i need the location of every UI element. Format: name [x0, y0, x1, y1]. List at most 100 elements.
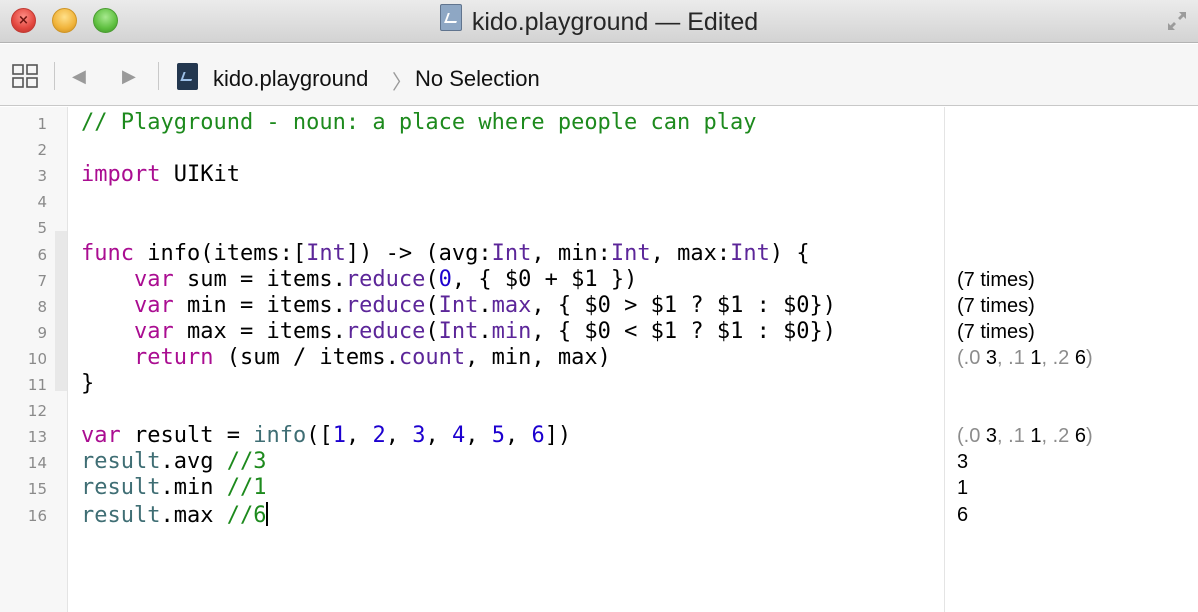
result-token: (.0: [957, 347, 986, 369]
breadcrumb-separator-icon: 〉: [392, 66, 412, 95]
code-token: [81, 293, 134, 318]
code-token: ,: [425, 423, 452, 448]
result-value[interactable]: (7 times): [957, 295, 1035, 318]
line-number: 7: [7, 272, 47, 290]
result-token: ): [1086, 425, 1093, 447]
line-number: 14: [7, 454, 47, 472]
line-number: 2: [7, 141, 47, 159]
forward-button[interactable]: ▶: [122, 66, 136, 87]
code-token: ]): [545, 423, 572, 448]
result-token: (7 times): [957, 295, 1035, 317]
code-folding-ribbon[interactable]: [55, 231, 67, 391]
code-token: var: [134, 267, 174, 292]
toolbar-divider: [54, 62, 55, 90]
code-token: .avg: [160, 449, 226, 474]
code-token: reduce: [346, 293, 425, 318]
code-token: ) {: [770, 241, 810, 266]
result-value[interactable]: (7 times): [957, 321, 1035, 344]
result-value[interactable]: (.0 3, .1 1, .2 6): [957, 425, 1093, 448]
code-line[interactable]: result.avg //3: [81, 449, 266, 474]
code-token: 0: [439, 267, 452, 292]
code-line[interactable]: var result = info([1, 2, 3, 4, 5, 6]): [81, 423, 571, 448]
code-token: result: [81, 449, 160, 474]
code-token: , min:: [531, 241, 610, 266]
code-token: (: [425, 267, 438, 292]
code-token: min = items.: [174, 293, 346, 318]
code-token: Int: [730, 241, 770, 266]
code-token: import: [81, 162, 160, 187]
code-token: ([: [306, 423, 333, 448]
line-number: 13: [7, 428, 47, 446]
result-value[interactable]: (.0 3, .1 1, .2 6): [957, 347, 1093, 370]
line-number: 5: [7, 219, 47, 237]
code-token: [81, 267, 134, 292]
window-title: kido.playground — Edited: [472, 8, 758, 37]
code-token: ]) -> (avg:: [346, 241, 492, 266]
result-token: 6: [1075, 425, 1086, 447]
code-token: 6: [531, 423, 544, 448]
code-line[interactable]: // Playground - noun: a place where peop…: [81, 110, 757, 135]
code-token: , min, max): [465, 345, 611, 370]
code-line[interactable]: result.max //6: [81, 502, 268, 528]
result-token: 1: [957, 477, 968, 499]
code-token: result =: [121, 423, 253, 448]
playground-editor[interactable]: 12345678910111213141516 // Playground - …: [0, 107, 1198, 612]
code-line[interactable]: func info(items:[Int]) -> (avg:Int, min:…: [81, 241, 810, 266]
code-token: reduce: [346, 319, 425, 344]
code-token: max = items.: [174, 319, 346, 344]
playground-file-icon: [177, 63, 198, 90]
code-line[interactable]: return (sum / items.count, min, max): [81, 345, 611, 370]
code-token: (: [425, 293, 438, 318]
result-token: 3: [986, 425, 997, 447]
code-token: Int: [306, 241, 346, 266]
breadcrumb-selection[interactable]: No Selection: [415, 66, 540, 92]
line-number: 15: [7, 480, 47, 498]
line-number: 3: [7, 167, 47, 185]
playground-file-icon: [440, 4, 462, 31]
line-number: 1: [7, 115, 47, 133]
line-number: 6: [7, 246, 47, 264]
code-token: max: [492, 293, 532, 318]
related-items-grid-icon[interactable]: [12, 64, 38, 88]
code-token: //6: [227, 503, 267, 528]
code-line[interactable]: result.min //1: [81, 475, 266, 500]
code-line[interactable]: var min = items.reduce(Int.max, { $0 > $…: [81, 293, 836, 318]
code-token: //1: [227, 475, 267, 500]
code-token: .: [478, 293, 491, 318]
code-token: UIKit: [160, 162, 239, 187]
window-title-area: kido.playground — Edited: [0, 4, 1198, 37]
back-button[interactable]: ◀: [72, 66, 86, 87]
result-token: 3: [957, 451, 968, 473]
result-token: 3: [986, 347, 997, 369]
code-line[interactable]: }: [81, 371, 94, 396]
line-number: 11: [7, 376, 47, 394]
fullscreen-arrows-icon[interactable]: [1166, 10, 1188, 32]
code-token: , max:: [651, 241, 730, 266]
code-line[interactable]: import UIKit: [81, 162, 240, 187]
code-token: reduce: [346, 267, 425, 292]
code-line[interactable]: var max = items.reduce(Int.min, { $0 < $…: [81, 319, 836, 344]
code-token: }: [81, 371, 94, 396]
code-token: 2: [372, 423, 385, 448]
result-token: , .2: [1042, 425, 1075, 447]
result-token: (7 times): [957, 269, 1035, 291]
code-token: min: [492, 319, 532, 344]
result-token: , .1: [997, 347, 1030, 369]
result-value[interactable]: (7 times): [957, 269, 1035, 292]
breadcrumb-file[interactable]: kido.playground: [213, 66, 368, 92]
code-token: .max: [160, 503, 226, 528]
code-line[interactable]: var sum = items.reduce(0, { $0 + $1 }): [81, 267, 637, 292]
result-token: , .2: [1042, 347, 1075, 369]
result-value[interactable]: 6: [957, 504, 968, 527]
line-number: 16: [7, 507, 47, 525]
title-bar: × kido.playground — Edited: [0, 0, 1198, 43]
result-value[interactable]: 1: [957, 477, 968, 500]
code-token: var: [134, 319, 174, 344]
line-number: 12: [7, 402, 47, 420]
code-token: result: [81, 503, 160, 528]
line-number-gutter: 12345678910111213141516: [0, 107, 68, 612]
code-token: var: [134, 293, 174, 318]
result-token: 6: [1075, 347, 1086, 369]
code-token: , { $0 + $1 }): [452, 267, 637, 292]
result-value[interactable]: 3: [957, 451, 968, 474]
